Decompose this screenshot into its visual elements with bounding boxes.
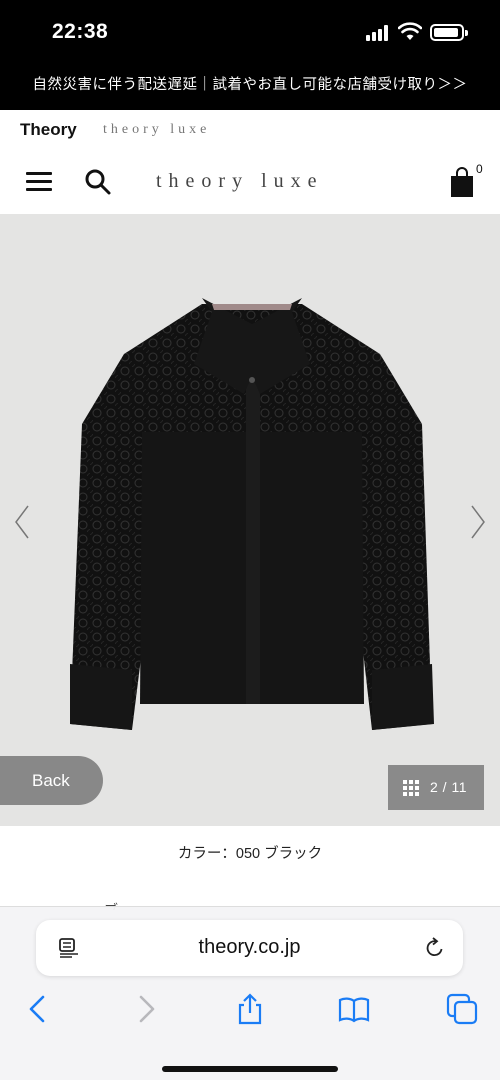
back-button[interactable]: Back bbox=[0, 756, 103, 805]
cart-count-badge: 0 bbox=[476, 162, 483, 176]
hamburger-menu-icon[interactable] bbox=[26, 170, 52, 194]
tabs-icon[interactable] bbox=[446, 993, 478, 1025]
url-text[interactable]: theory.co.jp bbox=[36, 936, 463, 959]
site-logo[interactable]: theory luxe bbox=[156, 170, 324, 193]
battery-icon bbox=[430, 24, 468, 41]
cellular-signal-icon bbox=[366, 25, 390, 41]
grid-icon bbox=[403, 780, 419, 796]
brand-tab-theory-luxe[interactable]: theory luxe bbox=[103, 122, 210, 138]
address-bar[interactable]: theory.co.jp bbox=[36, 920, 463, 976]
previous-image-chevron-icon[interactable] bbox=[12, 504, 32, 540]
brand-tabs: Theory theory luxe bbox=[0, 110, 500, 152]
wifi-icon bbox=[398, 22, 422, 40]
next-image-chevron-icon[interactable] bbox=[468, 504, 488, 540]
reload-icon[interactable] bbox=[424, 937, 446, 959]
home-indicator bbox=[162, 1066, 338, 1072]
status-time: 22:38 bbox=[52, 20, 109, 43]
book-icon[interactable] bbox=[338, 993, 370, 1025]
search-icon[interactable] bbox=[84, 168, 112, 196]
image-counter-text: 2 / 11 bbox=[430, 779, 467, 795]
browser-toolbar: theory.co.jp bbox=[0, 906, 500, 1080]
browser-forward-chevron-icon[interactable] bbox=[130, 993, 162, 1025]
share-icon[interactable] bbox=[234, 993, 266, 1025]
image-counter-button[interactable]: 2 / 11 bbox=[388, 765, 484, 810]
site-header: theory luxe 0 bbox=[0, 152, 500, 214]
product-image-black-lace-shirt bbox=[70, 298, 434, 730]
product-color-label: カラー：050 ブラック bbox=[177, 846, 323, 862]
announcement-banner[interactable]: 自然災害に伴う配送遅延｜試着やお直し可能な店舗受け取り＞＞ bbox=[0, 66, 500, 110]
shopping-bag-icon[interactable] bbox=[450, 166, 474, 198]
status-bar: 22:38 bbox=[0, 0, 500, 66]
browser-back-chevron-icon[interactable] bbox=[22, 993, 54, 1025]
brand-tab-theory[interactable]: Theory bbox=[20, 120, 77, 140]
product-image-gallery[interactable]: Back 2 / 11 bbox=[0, 214, 500, 826]
